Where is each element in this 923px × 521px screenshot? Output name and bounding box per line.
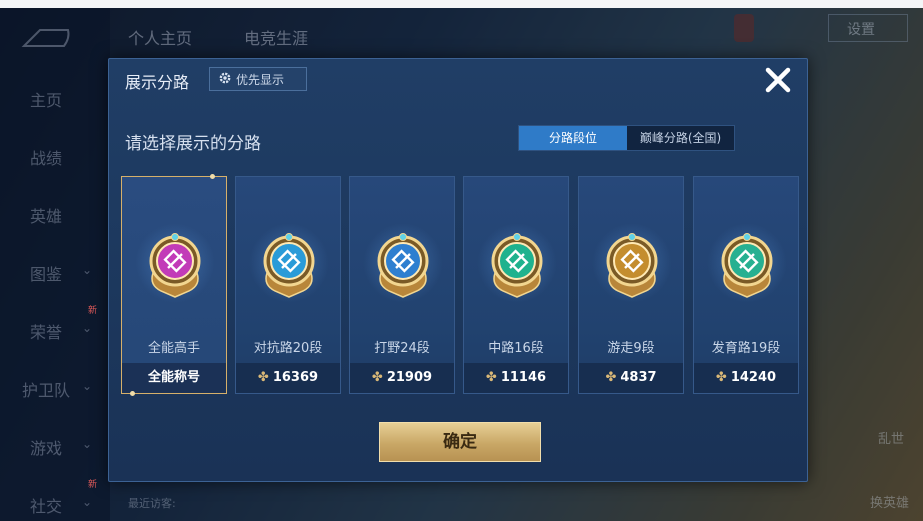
lane-card[interactable]: 游走9段 ✤ 4837: [578, 176, 684, 394]
sidebar-item[interactable]: 战绩: [30, 145, 62, 169]
clash-lane-badge-icon: [263, 233, 315, 298]
sidebar-item-label: 荣誉: [30, 323, 63, 342]
user-avatar[interactable]: [734, 14, 754, 42]
lane-card-label: 中路16段: [488, 341, 544, 356]
lane-card-footer: ✤ 11146: [464, 363, 568, 393]
sidebar-item[interactable]: 英雄: [30, 203, 62, 227]
tab-peak-lane-national[interactable]: 巅峰分路(全国): [627, 126, 734, 150]
title-label: 全能称号: [147, 370, 200, 385]
sidebar-item-label: 社交: [30, 497, 63, 516]
lane-card-label: 发育路19段: [711, 341, 781, 356]
lane-card-footer: ✤ 16369: [236, 363, 340, 393]
points-icon: ✤: [605, 370, 617, 385]
lane-tabs: 分路段位 巅峰分路(全国): [518, 125, 735, 151]
tab-lane-rank[interactable]: 分路段位: [519, 126, 627, 150]
lane-card-footer: ✤ 21909: [350, 363, 454, 393]
sidebar-item-label: 图鉴: [30, 265, 63, 284]
back-logo-icon[interactable]: [20, 26, 72, 50]
new-tag: 新: [88, 480, 98, 490]
lane-card-footer: 全能称号: [122, 363, 226, 393]
settings-button[interactable]: 设置: [828, 14, 908, 42]
chevron-down-icon: ⌄: [82, 263, 93, 277]
farm-lane-badge-icon: [721, 233, 773, 298]
nav-esports-career[interactable]: 电竞生涯: [244, 25, 308, 49]
lane-card[interactable]: 发育路19段 ✤ 14240: [693, 176, 799, 394]
top-strip: [0, 0, 923, 8]
sidebar-item[interactable]: 游戏 ⌄: [30, 435, 92, 459]
sidebar-item[interactable]: 护卫队 ⌄: [22, 377, 92, 401]
lane-card-label: 对抗路20段: [253, 341, 323, 356]
lane-card-footer: ✤ 4837: [579, 363, 683, 393]
lane-points-value: 14240: [730, 370, 777, 385]
selected-corner-dot: [210, 174, 215, 179]
mid-lane-badge-icon: [491, 233, 543, 298]
lane-points-value: 16369: [272, 370, 319, 385]
lane-points-value: 21909: [386, 370, 433, 385]
sidebar-item-label: 主页: [30, 91, 63, 110]
all-rounder-badge-icon: [149, 233, 201, 298]
sidebar-item-label: 游戏: [30, 439, 63, 458]
priority-display-button[interactable]: 优先显示: [209, 67, 307, 91]
background-right-button-1[interactable]: 乱世: [878, 428, 904, 447]
close-icon[interactable]: [761, 63, 795, 97]
change-hero-button[interactable]: 换英雄: [870, 492, 909, 511]
dialog-subtitle: 请选择展示的分路: [125, 134, 261, 154]
points-icon: ✤: [257, 370, 269, 385]
lane-card-label: 打野24段: [374, 341, 430, 356]
lane-points-value: 11146: [500, 370, 547, 385]
nav-personal-home[interactable]: 个人主页: [128, 25, 192, 49]
sidebar-item[interactable]: 荣誉 ⌄ 新: [30, 306, 97, 343]
confirm-button[interactable]: 确定: [379, 422, 541, 462]
lane-card-label: 游走9段: [607, 341, 655, 356]
chevron-down-icon: ⌄: [82, 437, 93, 451]
chevron-down-icon: ⌄: [82, 379, 93, 393]
lane-card[interactable]: 全能高手 全能称号: [121, 174, 227, 396]
lane-card-footer: ✤ 14240: [694, 363, 798, 393]
priority-display-label: 优先显示: [236, 73, 285, 87]
recent-visitors-label: 最近访客:: [128, 497, 176, 510]
new-tag: 新: [88, 306, 98, 316]
sidebar-item-label: 英雄: [30, 207, 63, 226]
dialog-title: 展示分路: [125, 73, 190, 92]
points-icon: ✤: [371, 370, 383, 385]
selected-corner-dot: [130, 391, 135, 396]
jungle-badge-icon: [377, 233, 429, 298]
display-lane-dialog: 展示分路 优先显示 请选择展示的分路 分路段位 巅峰分路(全国) 全能高手全能称…: [108, 58, 808, 482]
sidebar-item[interactable]: 主页: [30, 87, 62, 111]
lane-card[interactable]: 打野24段 ✤ 21909: [349, 176, 455, 394]
lane-points-value: 4837: [620, 370, 657, 385]
lane-card[interactable]: 对抗路20段 ✤ 16369: [235, 176, 341, 394]
chevron-down-icon: ⌄: [82, 321, 93, 335]
sidebar-item-label: 战绩: [30, 149, 63, 168]
lane-card-list: 全能高手 全能称号 对抗路20段 ✤ 16369 打野24段 ✤ 21909 中路16段 ✤ 111…: [121, 174, 801, 396]
points-icon: ✤: [715, 370, 727, 385]
lane-card[interactable]: 中路16段 ✤ 11146: [463, 176, 569, 394]
roam-badge-icon: [606, 233, 658, 298]
sidebar-item[interactable]: 图鉴 ⌄: [30, 261, 92, 285]
sidebar-item[interactable]: 社交 ⌄ 新: [30, 480, 97, 517]
chevron-down-icon: ⌄: [82, 495, 93, 509]
lane-card-label: 全能高手: [147, 341, 200, 356]
points-icon: ✤: [485, 370, 497, 385]
sidebar-item-label: 护卫队: [22, 381, 71, 400]
gear-icon: [219, 72, 231, 84]
